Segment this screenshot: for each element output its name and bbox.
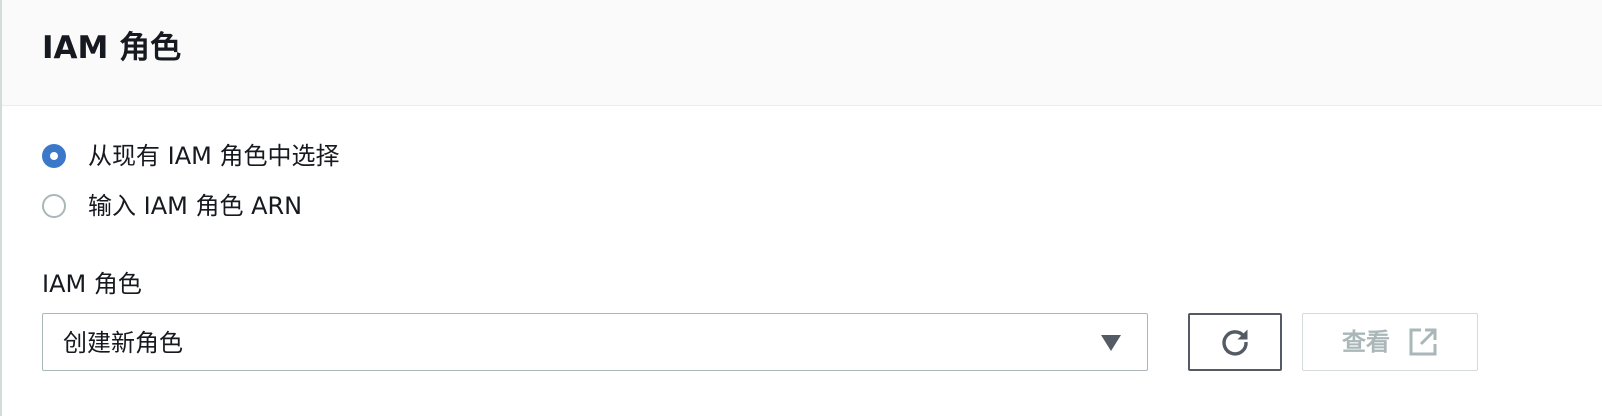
iam-role-panel: IAM 角色 从现有 IAM 角色中选择 输入 IAM 角色 ARN IAM 角…: [0, 0, 1602, 416]
iam-role-select-value: 创建新角色: [63, 329, 183, 357]
radio-option-enter-role-arn[interactable]: 输入 IAM 角色 ARN: [42, 188, 339, 224]
radio-option-choose-existing-role[interactable]: 从现有 IAM 角色中选择: [42, 138, 339, 174]
radio-label-choose-existing-role: 从现有 IAM 角色中选择: [88, 142, 340, 170]
panel-header: IAM 角色: [2, 0, 1602, 106]
radio-button-unchecked[interactable]: [42, 194, 66, 218]
radio-label-enter-role-arn: 输入 IAM 角色 ARN: [88, 192, 303, 220]
role-source-radio-group: 从现有 IAM 角色中选择 输入 IAM 角色 ARN: [42, 138, 339, 238]
iam-role-field-label: IAM 角色: [42, 270, 142, 298]
panel-title: IAM 角色: [42, 30, 182, 66]
view-button[interactable]: 查看: [1302, 313, 1478, 371]
refresh-icon: [1222, 329, 1248, 356]
iam-role-select[interactable]: 创建新角色: [42, 313, 1148, 371]
refresh-button[interactable]: [1188, 313, 1282, 371]
caret-down-icon: [1101, 335, 1121, 351]
radio-button-checked[interactable]: [42, 144, 66, 168]
external-link-icon: [1409, 328, 1437, 356]
view-button-label: 查看: [1342, 328, 1390, 356]
